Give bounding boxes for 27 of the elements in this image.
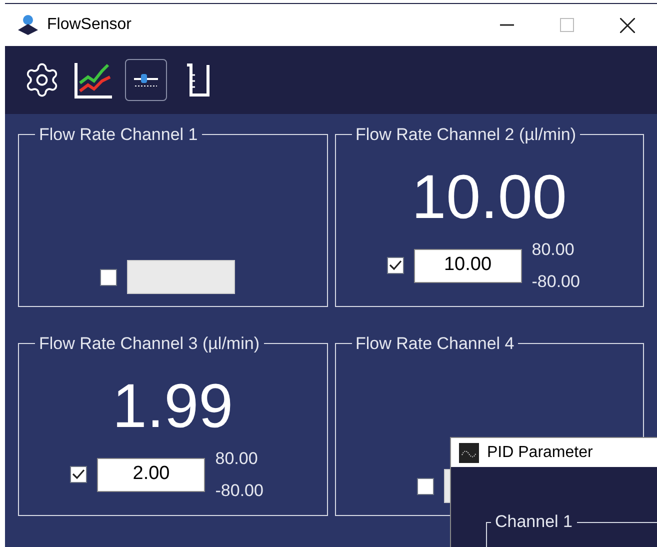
checkbox[interactable]: [386, 257, 404, 274]
group-title: Flow Rate Channel 4: [354, 333, 516, 355]
flow-reading: 10.00: [412, 167, 567, 229]
pid-window-title: PID Parameter: [487, 442, 593, 463]
group-title: Flow Rate Channel 3 (µl/min): [38, 333, 260, 355]
setpoint-field[interactable]: 10.00: [414, 248, 522, 282]
min-value: -80.00: [532, 270, 581, 292]
checkbox[interactable]: [70, 466, 88, 483]
max-value: 80.00: [532, 239, 576, 261]
max-value: 80.00: [215, 448, 259, 470]
wave-icon: [459, 442, 479, 463]
check-icon: [72, 469, 86, 480]
setpoint-field[interactable]: 2.00: [97, 458, 206, 492]
maximize-icon: [560, 18, 574, 32]
beaker-icon: [184, 61, 212, 99]
group-title: Channel 1: [494, 511, 574, 534]
min-value: -80.00: [215, 480, 264, 502]
line-chart-icon: [74, 61, 114, 99]
app-logo-icon: [17, 14, 39, 36]
close-icon: [620, 18, 634, 32]
group-title: Flow Rate Channel 2 (µl/min): [354, 124, 577, 146]
group-title: Flow Rate Channel 1: [38, 124, 199, 146]
check-icon: [388, 260, 402, 271]
minimize-icon: [500, 24, 514, 26]
toolbar-button[interactable]: [125, 59, 167, 101]
window-title: FlowSensor: [47, 15, 132, 35]
flow-reading: 1.99: [112, 376, 234, 438]
